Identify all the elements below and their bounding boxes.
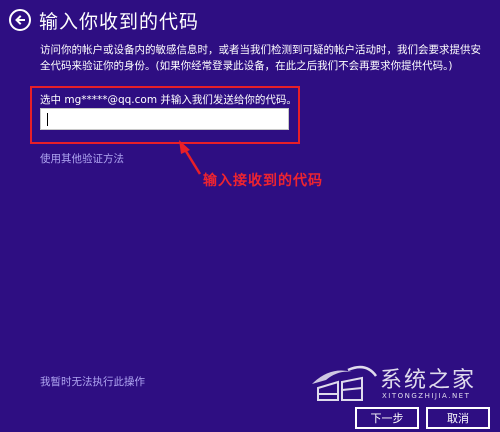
cancel-button[interactable]: 取消 [426, 407, 490, 429]
text-caret [47, 113, 48, 126]
cant-do-link[interactable]: 我暂时无法执行此操作 [40, 374, 145, 389]
site-watermark: 系统之家 XITONGZHIJIA.NET [308, 356, 498, 404]
header: 输入你收到的代码 [9, 6, 199, 34]
watermark-cn-text: 系统之家 [380, 368, 477, 393]
back-arrow-icon [15, 15, 25, 25]
other-method-link[interactable]: 使用其他验证方法 [40, 151, 124, 166]
code-prompt: 选中 mg*****@qq.com 并输入我们发送给你的代码。 [40, 94, 297, 106]
code-input[interactable] [40, 108, 289, 130]
back-button[interactable] [9, 9, 31, 31]
next-button[interactable]: 下一步 [355, 407, 419, 429]
watermark-en-text: XITONGZHIJIA.NET [382, 392, 471, 400]
page-title: 输入你收到的代码 [39, 10, 200, 33]
watermark-logo-icon [312, 365, 378, 401]
description-text: 访问你的帐户或设备内的敏感信息时，或者当我们检测到可疑的帐户活动时，我们会要求提… [40, 44, 481, 72]
annotation-label: 输入接收到的代码 [203, 173, 323, 189]
verification-page: 输入你收到的代码 访问你的帐户或设备内的敏感信息时，或者当我们检测到可疑的帐户活… [0, 0, 500, 432]
